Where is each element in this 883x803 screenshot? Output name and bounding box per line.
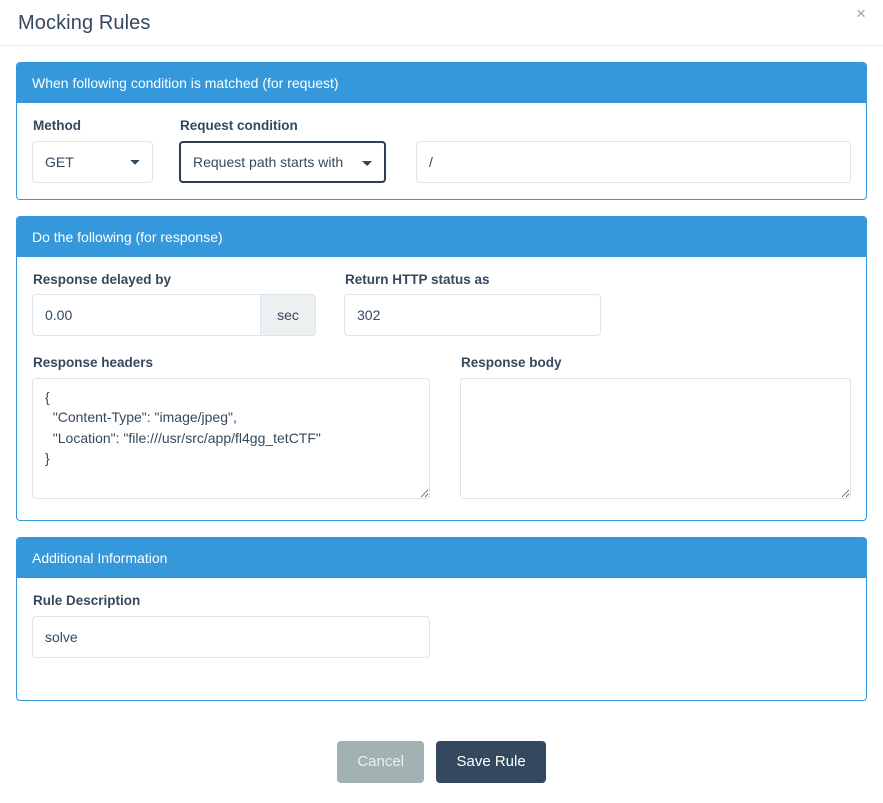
mocking-rules-modal: Mocking Rules × When following condition… (0, 0, 883, 803)
method-group: Method GET (32, 117, 153, 183)
request-condition-group: Request condition Request path starts wi… (179, 117, 386, 183)
request-condition-label: Request condition (180, 118, 298, 134)
save-rule-button[interactable]: Save Rule (436, 740, 546, 783)
response-panel-body: Response delayed by sec Return HTTP stat… (17, 257, 866, 520)
additional-information-panel: Additional Information Rule Description (16, 537, 867, 701)
additional-panel-heading: Additional Information (17, 538, 866, 579)
response-panel-heading: Do the following (for response) (17, 216, 866, 257)
modal-header: Mocking Rules × (0, 0, 883, 46)
response-headers-group: Response headers { "Content-Type": "imag… (32, 354, 430, 504)
response-delay-unit: sec (260, 294, 316, 337)
request-path-input[interactable] (416, 140, 851, 183)
response-delay-label: Response delayed by (33, 271, 172, 287)
request-condition-panel: When following condition is matched (for… (16, 62, 867, 200)
request-condition-select[interactable]: Request path starts with (179, 140, 386, 183)
response-body-group: Response body (460, 354, 851, 504)
response-panel: Do the following (for response) Response… (16, 215, 867, 522)
page-title: Mocking Rules (18, 11, 151, 34)
rule-description-group: Rule Description (32, 592, 430, 658)
response-body-textarea[interactable] (460, 378, 851, 500)
method-select[interactable]: GET (32, 140, 153, 183)
response-delay-group: Response delayed by sec (32, 271, 316, 337)
request-path-label (417, 117, 851, 135)
request-fields-row: Method GET Request condition Request pat… (32, 117, 851, 183)
request-path-group (416, 117, 851, 183)
response-headers-label: Response headers (33, 355, 154, 371)
rule-description-input[interactable] (32, 615, 430, 658)
response-delay-input-group: sec (32, 294, 316, 337)
modal-footer: Cancel Save Rule (0, 727, 883, 803)
rule-description-label: Rule Description (33, 593, 141, 609)
response-delay-input[interactable] (32, 294, 260, 337)
request-panel-heading: When following condition is matched (for… (17, 63, 866, 104)
response-top-row: Response delayed by sec Return HTTP stat… (32, 271, 851, 337)
request-panel-body: Method GET Request condition Request pat… (17, 103, 866, 199)
response-bottom-row: Response headers { "Content-Type": "imag… (32, 354, 851, 504)
close-icon[interactable]: × (851, 4, 871, 24)
cancel-button[interactable]: Cancel (337, 740, 425, 783)
http-status-label: Return HTTP status as (345, 271, 490, 287)
response-headers-textarea[interactable]: { "Content-Type": "image/jpeg", "Locatio… (32, 378, 430, 500)
http-status-group: Return HTTP status as (344, 271, 601, 337)
response-body-label: Response body (461, 355, 562, 371)
additional-panel-body: Rule Description (17, 578, 866, 700)
method-label: Method (33, 118, 81, 134)
modal-body: When following condition is matched (for… (0, 46, 883, 727)
http-status-input[interactable] (344, 294, 601, 337)
